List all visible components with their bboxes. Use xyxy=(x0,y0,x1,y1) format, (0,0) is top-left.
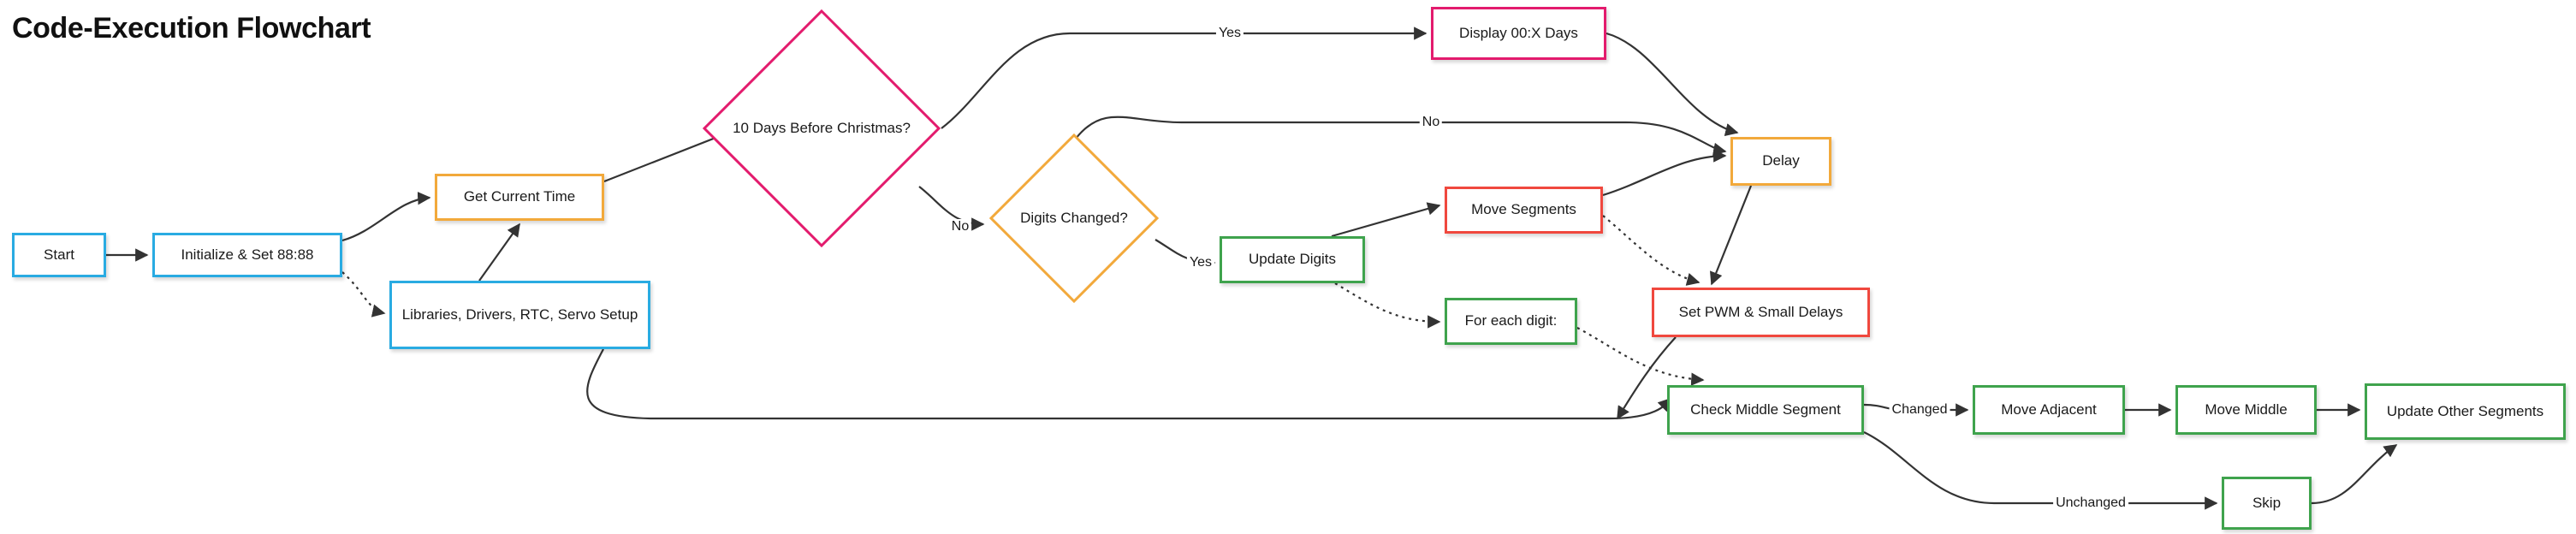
flowchart-edge xyxy=(478,222,520,282)
flowchart-edge xyxy=(1334,282,1441,329)
flowchart-node-get_time[interactable]: Get Current Time xyxy=(435,174,604,221)
flowchart-decision-ten_days[interactable]: 10 Days Before Christmas? xyxy=(702,9,941,248)
flowchart-node-move_adjacent[interactable]: Move Adjacent xyxy=(1973,385,2125,435)
flowchart-node-move_segments[interactable]: Move Segments xyxy=(1445,187,1603,234)
flowchart-edge xyxy=(941,27,1427,129)
flowchart-node-delay[interactable]: Delay xyxy=(1730,137,1831,186)
flowchart-node-for_each_digit[interactable]: For each digit: xyxy=(1445,298,1577,345)
edge-label-no_top: No xyxy=(1419,115,1443,130)
diamond-shape-icon xyxy=(988,133,1160,304)
flowchart-edge xyxy=(1863,431,2218,510)
flowchart-node-move_middle[interactable]: Move Middle xyxy=(2175,385,2317,435)
edge-label-changed: Changed xyxy=(1889,402,1950,418)
flowchart-node-check_middle[interactable]: Check Middle Segment xyxy=(1667,385,1864,435)
flowchart-node-set_pwm[interactable]: Set PWM & Small Delays xyxy=(1652,288,1870,337)
flowchart-edge xyxy=(586,348,1672,420)
flowchart-edge xyxy=(2311,444,2398,505)
flowchart-edge xyxy=(1606,32,1739,137)
flowchart-edge xyxy=(1075,116,1727,156)
edge-label-yes_top: Yes xyxy=(1215,26,1244,41)
edge-label-no_mid: No xyxy=(948,219,972,234)
flowchart-node-init[interactable]: Initialize & Set 88:88 xyxy=(152,233,342,277)
flowchart-edge xyxy=(1602,215,1701,286)
edge-label-yes_digits: Yes xyxy=(1186,255,1215,270)
flowchart-node-start[interactable]: Start xyxy=(12,233,106,277)
flowchart-node-display_days[interactable]: Display 00:X Days xyxy=(1431,7,1606,60)
flowchart-node-setup[interactable]: Libraries, Drivers, RTC, Servo Setup xyxy=(389,281,650,349)
flowchart-edge xyxy=(341,192,431,242)
edge-label-unchanged: Unchanged xyxy=(2053,495,2128,511)
flowchart-node-skip[interactable]: Skip xyxy=(2222,477,2312,530)
page-title: Code-Execution Flowchart xyxy=(12,12,371,44)
flowchart-canvas: Code-Execution Flowchart Start Initialize… xyxy=(0,0,2576,534)
flowchart-edge xyxy=(341,271,386,317)
flowchart-node-update_other[interactable]: Update Other Segments xyxy=(2365,383,2566,440)
diamond-shape-icon xyxy=(702,9,941,248)
flowchart-decision-digits_changed[interactable]: Digits Changed? xyxy=(988,133,1160,304)
flowchart-edge xyxy=(1709,185,1753,286)
flowchart-edge xyxy=(1331,202,1441,238)
flowchart-node-update_digits[interactable]: Update Digits xyxy=(1220,236,1365,283)
flowchart-edge xyxy=(1602,149,1727,197)
